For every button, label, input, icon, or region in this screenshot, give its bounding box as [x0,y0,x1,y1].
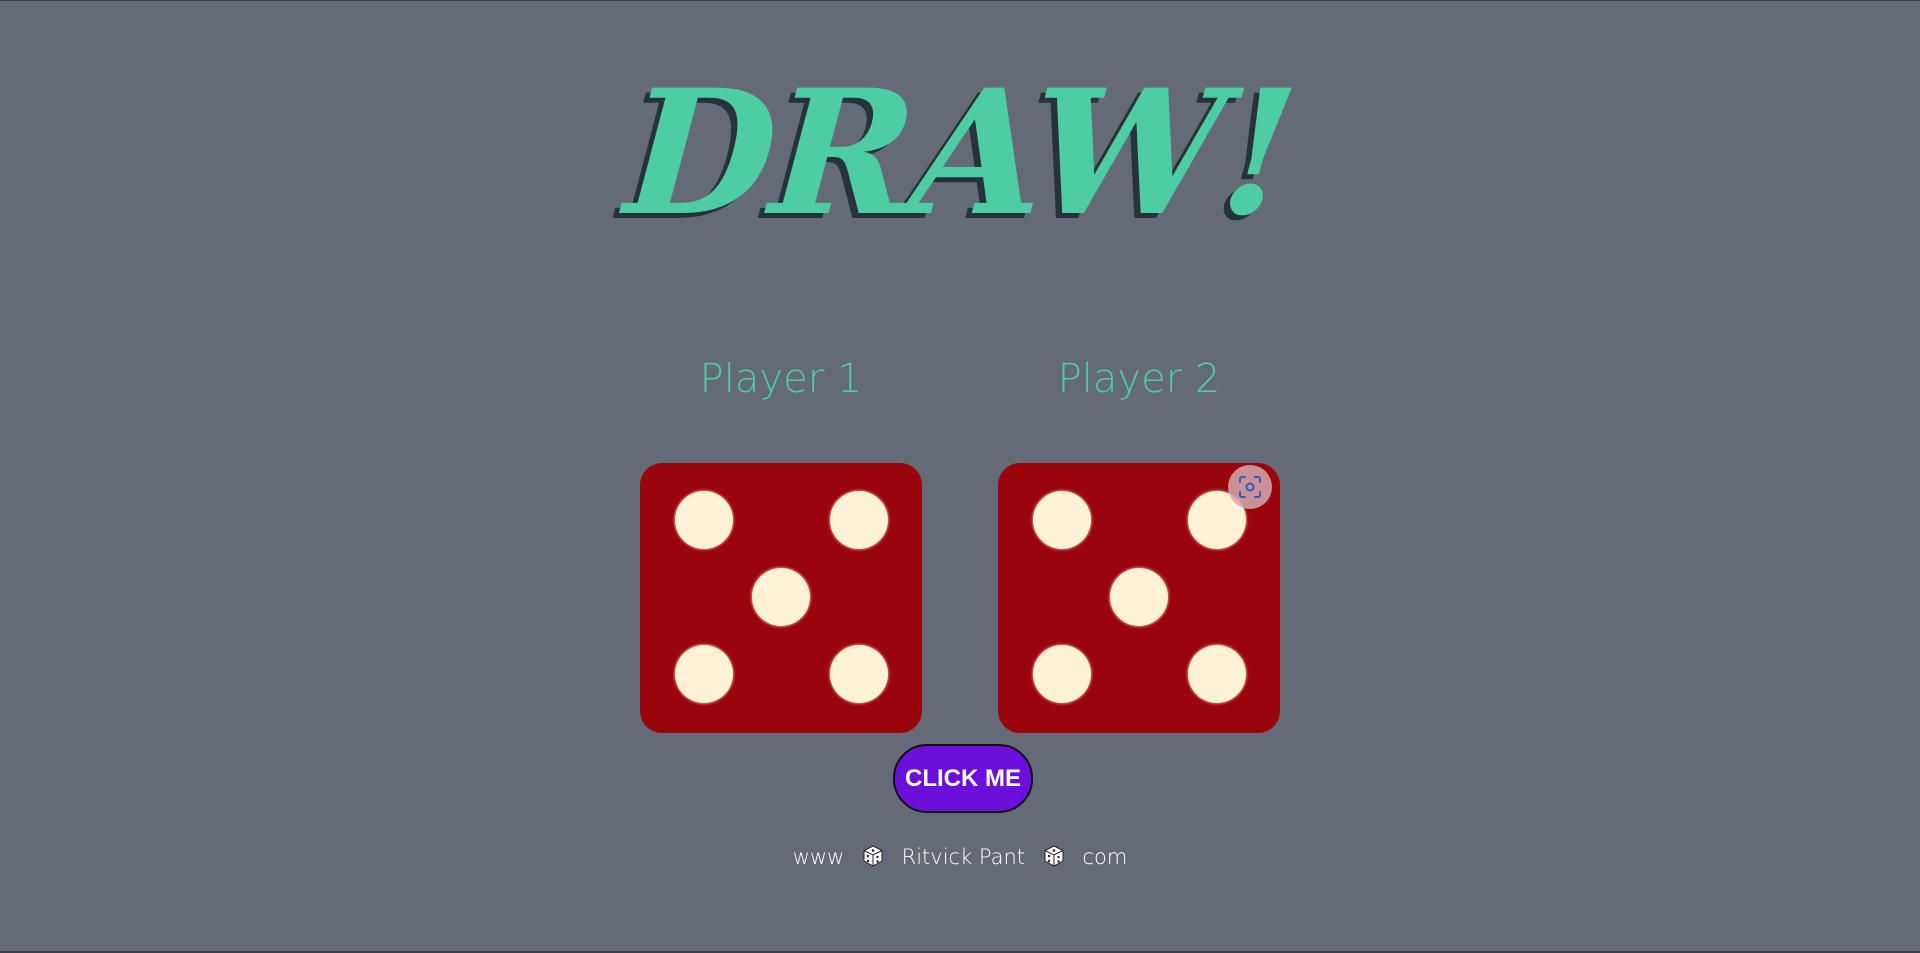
die-pip [1033,645,1091,703]
die-pip [675,491,733,549]
die-pip [830,645,888,703]
die-pip [752,568,810,626]
roll-dice-button[interactable]: CLICK ME [893,744,1033,813]
die-pip [1110,568,1168,626]
screen-capture-button[interactable] [1228,465,1272,509]
player-1-die [640,463,922,733]
player-2-label: Player 2 [1057,356,1221,402]
die-pip [675,645,733,703]
game-page: DRAW! Player 1 Player 2 CLICK ME www Rit… [0,0,1920,953]
dice-icon [863,845,883,867]
footer-credit: www Ritvick Pant com [0,841,1920,873]
dice-icon [1044,845,1064,867]
die-pip [1033,491,1091,549]
player-1-label: Player 1 [699,356,863,402]
camera-focus-icon [1239,476,1261,498]
die-pip [830,491,888,549]
result-title: DRAW! [620,51,1300,254]
footer-name: Ritvick Pant [901,845,1026,869]
footer-suffix: com [1082,845,1128,869]
die-pip [1188,645,1246,703]
footer-prefix: www [792,845,845,869]
